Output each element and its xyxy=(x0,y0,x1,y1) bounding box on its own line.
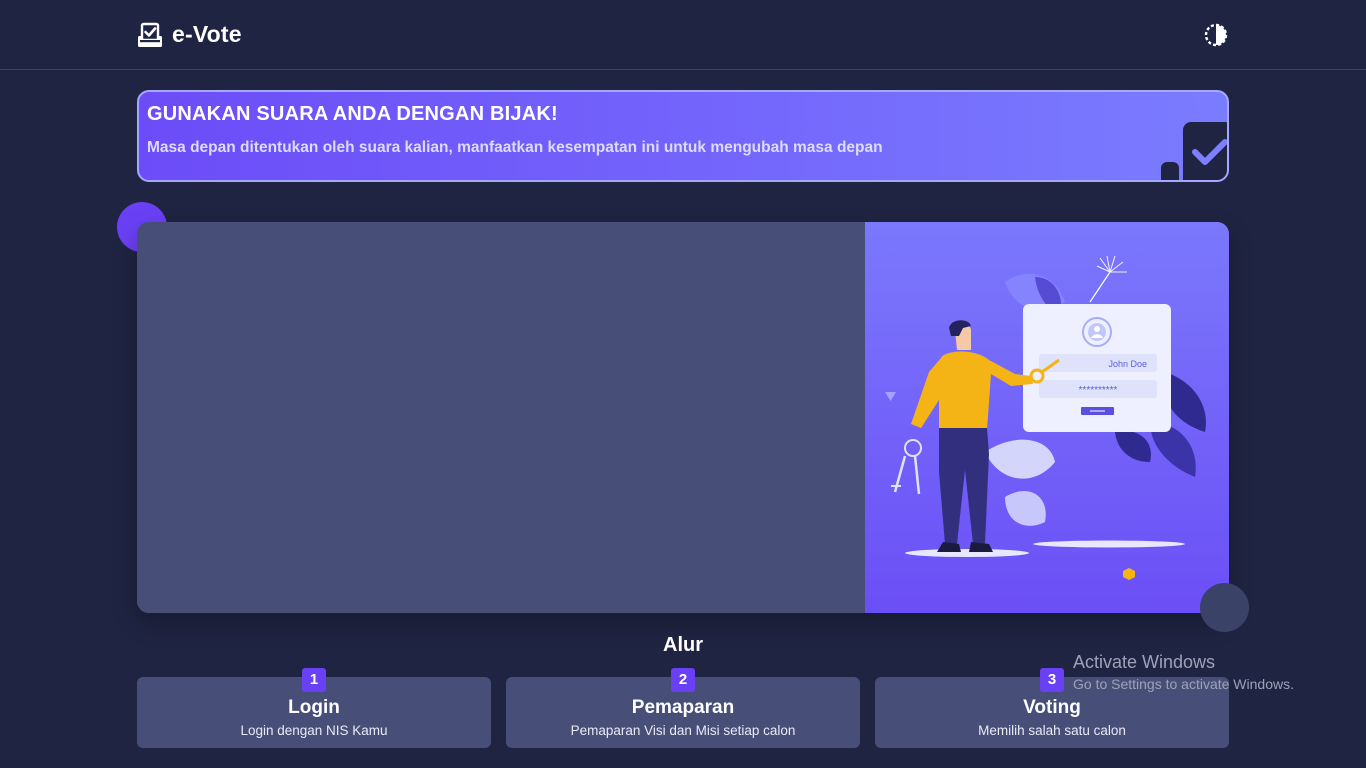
banner-subtitle: Masa depan ditentukan oleh suara kalian,… xyxy=(147,139,883,156)
person-with-key-login-illustration: John Doe ********** xyxy=(865,222,1229,613)
flow-step-pemaparan: 2 Pemaparan Pemaparan Visi dan Misi seti… xyxy=(506,668,860,748)
hero-placeholder-panel xyxy=(137,222,865,613)
step-description: Pemaparan Visi dan Misi setiap calon xyxy=(570,723,796,738)
step-title: Pemaparan xyxy=(631,697,735,718)
banner: GUNAKAN SUARA ANDA DENGAN BIJAK! Masa de… xyxy=(137,90,1229,182)
brand-name: e-Vote xyxy=(172,21,242,47)
contrast-toggle-icon[interactable] xyxy=(1204,23,1228,47)
decorative-circle xyxy=(1200,583,1249,632)
top-navbar: e-Vote xyxy=(0,0,1366,70)
checkbox-check-icon xyxy=(1161,122,1227,180)
step-title: Voting xyxy=(1023,697,1081,718)
login-card-password: ********** xyxy=(1079,385,1118,396)
ballot-box-icon xyxy=(138,22,162,47)
watermark-title: Activate Windows xyxy=(1073,652,1216,672)
step-number-badge: 1 xyxy=(302,668,326,692)
flow-step-login: 1 Login Login dengan NIS Kamu xyxy=(137,668,491,748)
step-title: Login xyxy=(288,697,340,718)
windows-activation-watermark: Activate Windows Go to Settings to activ… xyxy=(1073,652,1294,692)
banner-title: GUNAKAN SUARA ANDA DENGAN BIJAK! xyxy=(147,103,558,125)
hero-section: John Doe ********** xyxy=(137,222,1229,613)
step-description: Memilih salah satu calon xyxy=(978,723,1126,738)
login-card-username: John Doe xyxy=(1108,359,1147,369)
step-description: Login dengan NIS Kamu xyxy=(240,723,388,738)
step-number-badge: 3 xyxy=(1040,668,1064,692)
brand-logo[interactable]: e-Vote xyxy=(137,21,242,48)
step-number-badge: 2 xyxy=(671,668,695,692)
watermark-subtitle: Go to Settings to activate Windows. xyxy=(1073,676,1294,692)
